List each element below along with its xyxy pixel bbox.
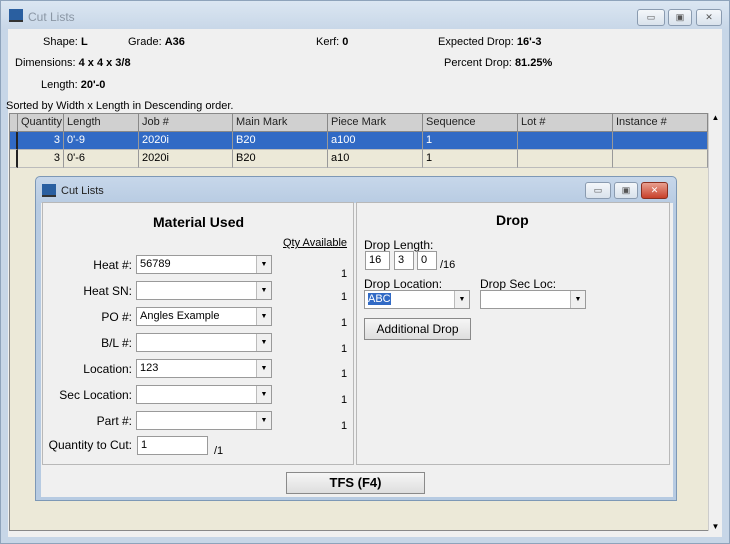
window-title: Cut Lists — [28, 10, 75, 24]
sort-note: Sorted by Width x Length in Descending o… — [6, 100, 234, 112]
qty-available-value: 1 — [341, 291, 348, 303]
drop-length-label: Drop Length: — [364, 238, 434, 252]
column-header[interactable]: Main Mark — [233, 114, 328, 132]
column-header[interactable]: Job # — [139, 114, 233, 132]
chevron-down-icon[interactable]: ▼ — [256, 360, 271, 377]
field-combo[interactable]: ▼ — [136, 281, 272, 300]
row-selector[interactable] — [10, 150, 18, 168]
chevron-down-icon[interactable]: ▼ — [454, 291, 469, 308]
app-icon — [42, 184, 56, 197]
table-cell: 0'-9 — [64, 132, 139, 150]
field-combo[interactable]: 56789 ▼ — [136, 255, 272, 274]
table-cell: 3 — [18, 150, 64, 168]
qty-available-value: 1 — [341, 268, 348, 280]
app-icon — [9, 9, 23, 22]
table-cell — [518, 132, 613, 150]
additional-drop-button[interactable]: Additional Drop — [364, 318, 471, 340]
column-header[interactable]: Piece Mark — [328, 114, 423, 132]
qty-available-value: 1 — [341, 420, 348, 432]
chevron-down-icon[interactable]: ▼ — [256, 412, 271, 429]
drop-length-fraction-input[interactable]: 0 — [417, 251, 437, 270]
grade-field: Grade: A36 — [128, 36, 185, 48]
column-header[interactable]: Lot # — [518, 114, 613, 132]
chevron-down-icon[interactable]: ▼ — [256, 282, 271, 299]
column-header[interactable]: Length — [64, 114, 139, 132]
field-label: B/L #: — [101, 336, 132, 350]
dialog-close-button[interactable]: ✕ — [641, 182, 668, 199]
table-cell: 1 — [423, 150, 518, 168]
drop-fraction-denominator: /16 — [440, 259, 456, 271]
dialog-maximize-button[interactable]: ▣ — [614, 182, 638, 199]
dialog-minimize-button[interactable]: ▭ — [585, 182, 611, 199]
qty-available-value: 1 — [341, 368, 348, 380]
table-cell — [613, 132, 708, 150]
field-label: Heat #: — [93, 258, 132, 272]
length-field: Length: 20'-0 — [41, 79, 106, 91]
drop-location-label: Drop Location: — [364, 277, 443, 291]
drop-sec-loc-combo[interactable]: ▼ — [480, 290, 586, 309]
field-label: Sec Location: — [59, 388, 132, 402]
column-header[interactable]: Instance # — [613, 114, 708, 132]
table-cell: a10 — [328, 150, 423, 168]
field-combo[interactable]: ▼ — [136, 385, 272, 404]
quantity-to-cut-input[interactable]: 1 — [137, 436, 208, 455]
table-cell: 3 — [18, 132, 64, 150]
maximize-button[interactable]: ▣ — [668, 9, 692, 26]
row-selector[interactable] — [10, 132, 18, 150]
chevron-down-icon[interactable]: ▼ — [256, 308, 271, 325]
qty-available-value: 1 — [341, 394, 348, 406]
row-selector-header — [10, 114, 18, 132]
chevron-down-icon[interactable]: ▼ — [256, 256, 271, 273]
quantity-to-cut-label: Quantity to Cut: — [48, 438, 132, 452]
column-header[interactable]: Sequence — [423, 114, 518, 132]
qty-available-value: 1 — [341, 317, 348, 329]
table-cell: B20 — [233, 150, 328, 168]
tfs-button[interactable]: TFS (F4) — [286, 472, 425, 494]
qty-available-header: Qty Available — [283, 237, 348, 249]
chevron-down-icon[interactable]: ▼ — [570, 291, 585, 308]
qty-available-value: 1 — [341, 343, 348, 355]
field-combo[interactable]: ▼ — [136, 333, 272, 352]
field-label: Location: — [83, 362, 132, 376]
table-cell: 1 — [423, 132, 518, 150]
drop-location-combo[interactable]: ABC ▼ — [364, 290, 470, 309]
table-cell: 2020i — [139, 150, 233, 168]
shape-field: Shape: L — [43, 36, 88, 48]
scroll-down-arrow-icon[interactable]: ▼ — [709, 522, 722, 531]
drop-sec-loc-label: Drop Sec Loc: — [480, 277, 557, 291]
scroll-up-arrow-icon[interactable]: ▲ — [709, 113, 722, 127]
dimensions-field: Dimensions: 4 x 4 x 3/8 — [15, 57, 131, 69]
table-cell — [518, 150, 613, 168]
dialog-title: Cut Lists — [61, 185, 104, 197]
percent-drop-field: Percent Drop: 81.25% — [444, 57, 553, 69]
field-label: Part #: — [96, 414, 132, 428]
field-label: Heat SN: — [83, 284, 132, 298]
field-combo[interactable]: 123 ▼ — [136, 359, 272, 378]
field-label: PO #: — [101, 310, 132, 324]
minimize-button[interactable]: ▭ — [637, 9, 665, 26]
drop-length-inches-input[interactable]: 3 — [394, 251, 414, 270]
drop-title: Drop — [496, 212, 529, 228]
expected-drop-field: Expected Drop: 16'-3 — [438, 36, 542, 48]
table-cell — [613, 150, 708, 168]
chevron-down-icon[interactable]: ▼ — [256, 386, 271, 403]
kerf-field: Kerf: 0 — [316, 36, 349, 48]
quantity-to-cut-max: /1 — [214, 445, 224, 457]
vertical-scrollbar[interactable]: ▲ ▼ — [708, 113, 722, 531]
table-cell: 0'-6 — [64, 150, 139, 168]
table-cell: a100 — [328, 132, 423, 150]
field-combo[interactable]: ▼ — [136, 411, 272, 430]
close-button[interactable]: ✕ — [696, 9, 722, 26]
drop-length-feet-input[interactable]: 16 — [365, 251, 390, 270]
column-header[interactable]: Quantity — [18, 114, 64, 132]
table-cell: 2020i — [139, 132, 233, 150]
material-used-title: Material Used — [153, 214, 245, 230]
field-combo[interactable]: Angles Example ▼ — [136, 307, 272, 326]
chevron-down-icon[interactable]: ▼ — [256, 334, 271, 351]
table-cell: B20 — [233, 132, 328, 150]
